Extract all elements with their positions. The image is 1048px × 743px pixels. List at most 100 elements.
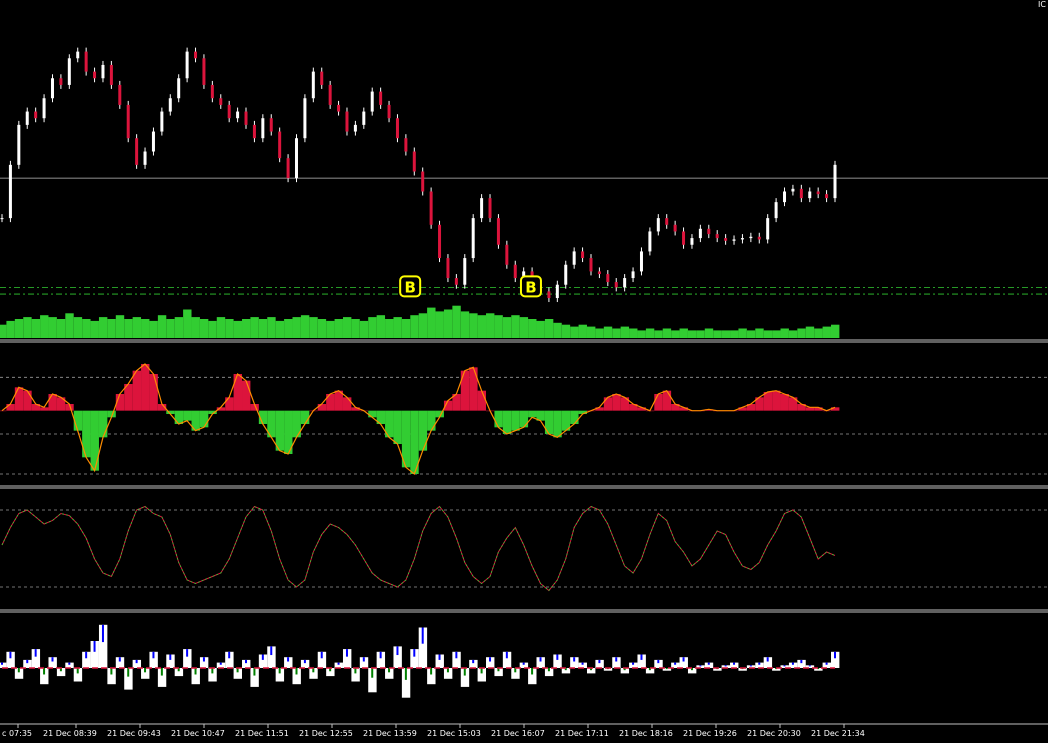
price-candle — [825, 194, 829, 199]
price-candle — [261, 118, 265, 139]
hist-accent — [724, 665, 727, 667]
hist-accent — [362, 657, 365, 662]
volume-bar — [376, 315, 386, 338]
price-candle — [252, 124, 256, 139]
osc-bar — [132, 370, 142, 411]
osc-bar — [48, 394, 57, 411]
osc-bar — [477, 390, 487, 411]
osc-bar — [23, 390, 32, 411]
price-candle — [160, 111, 164, 132]
hist-accent — [581, 662, 584, 665]
price-candle — [707, 228, 711, 235]
volume-bar — [115, 315, 125, 338]
price-candle — [757, 236, 761, 240]
volume-bar — [242, 319, 251, 338]
x-tick-label: 21 Dec 17:11 — [555, 729, 609, 738]
price-candle — [109, 64, 113, 85]
price-candle — [614, 282, 618, 288]
hist-accent — [76, 668, 79, 674]
volume-bar — [460, 311, 470, 338]
price-candle — [799, 188, 803, 199]
hist-accent — [211, 668, 214, 674]
osc-bar — [393, 410, 402, 444]
volume-bar — [443, 309, 453, 338]
volume-bar — [612, 328, 621, 338]
price-candle — [682, 231, 686, 245]
price-candle — [656, 218, 660, 232]
x-tick-label: 21 Dec 20:30 — [747, 729, 801, 738]
osc-bar — [502, 410, 512, 434]
hist-accent — [665, 668, 668, 670]
volume-bar — [561, 324, 571, 338]
hist-accent — [573, 657, 576, 662]
volume-bar — [149, 320, 158, 338]
osc-bar — [427, 410, 436, 431]
price-candle — [101, 64, 105, 79]
hist-accent — [160, 668, 163, 676]
hist-accent — [505, 651, 508, 659]
x-tick-label: 21 Dec 21:34 — [811, 729, 865, 738]
volume-bar — [292, 317, 301, 338]
hist-accent — [707, 662, 710, 665]
price-candle — [581, 251, 585, 259]
volume-bar — [679, 328, 688, 338]
hist-accent — [287, 657, 290, 662]
volume-bar — [738, 328, 747, 338]
volume-bar — [544, 319, 554, 338]
volume-bar — [6, 320, 15, 338]
price-candle — [513, 264, 517, 279]
hist-accent — [68, 662, 71, 665]
osc-bar — [98, 410, 108, 438]
volume-bar — [528, 319, 537, 338]
price-candle — [286, 158, 290, 179]
volume-bar — [98, 317, 108, 338]
chart-canvas[interactable]: B Bc 07:35 21 Dec 08:39 21 Dec 09:43 21 Dec … — [0, 0, 1048, 743]
hist-accent — [657, 659, 660, 664]
osc-bar — [174, 410, 184, 424]
price-candle — [17, 124, 21, 165]
volume-bar — [334, 319, 343, 338]
price-candle — [135, 138, 139, 165]
osc-bar — [300, 410, 310, 424]
volume-bar — [797, 328, 806, 338]
price-candle — [774, 202, 778, 219]
price-candle — [715, 234, 719, 239]
price-candle — [404, 138, 408, 152]
price-candle — [34, 111, 38, 119]
volume-bar — [645, 328, 655, 338]
price-candle — [766, 218, 770, 240]
price-candle — [597, 271, 601, 275]
hist-accent — [219, 662, 222, 665]
osc-bar — [90, 410, 99, 471]
price-candle — [648, 231, 652, 252]
price-candle — [177, 78, 181, 99]
price-candle — [412, 151, 416, 172]
volume-bar — [65, 313, 74, 338]
osc-bar — [772, 390, 781, 411]
hist-accent — [135, 659, 138, 664]
hist-accent — [152, 651, 155, 659]
volume-bar — [746, 330, 756, 338]
hist-accent — [26, 659, 29, 664]
price-candle — [639, 251, 643, 272]
volume-bar — [469, 313, 478, 338]
volume-bar — [519, 317, 529, 338]
hist-accent — [640, 654, 643, 660]
volume-bar — [603, 326, 613, 338]
price-candle — [496, 218, 500, 245]
volume-bar — [805, 326, 815, 338]
price-candle — [76, 51, 80, 59]
osc-bar — [780, 394, 789, 411]
osc-bar — [141, 364, 150, 411]
volume-bar — [326, 320, 335, 338]
hist-accent — [169, 654, 172, 660]
x-tick-label: 21 Dec 08:39 — [43, 729, 97, 738]
volume-bar — [629, 328, 638, 338]
osc-bar — [553, 410, 562, 438]
price-candle — [555, 284, 559, 299]
volume-bar — [31, 319, 41, 338]
x-tick-label: 21 Dec 09:43 — [107, 729, 161, 738]
volume-bar — [317, 319, 327, 338]
osc-bar — [654, 394, 663, 411]
hist-accent — [43, 668, 46, 675]
